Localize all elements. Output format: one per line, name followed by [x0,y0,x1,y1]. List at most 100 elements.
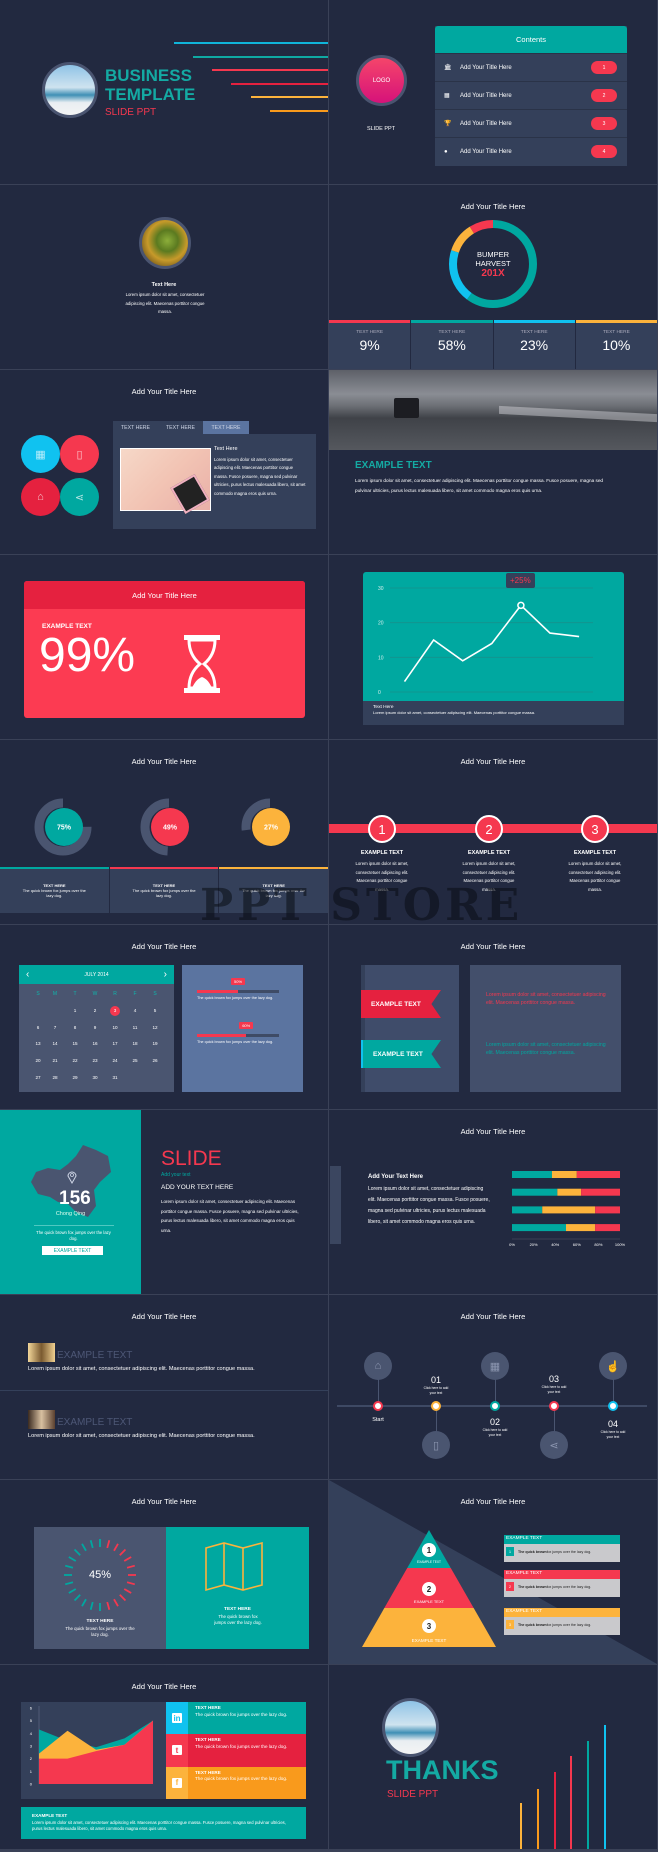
bar-segment [576,1171,620,1178]
slide-line-chart[interactable]: 0 10 20 30 +25% Text Here Lorem ipsum dolor… [329,555,657,739]
thanks-sub: SLIDE PPT [387,1789,439,1800]
contents-item[interactable]: ● Add Your Title Here 4 [435,137,627,165]
progress-text: The quick brown fox jumps over the lazy … [197,996,274,1000]
stat-box: TEXT HERE 10% [575,320,657,369]
slide-profile[interactable]: Text Here Lorem ipsum dolor sit amet, co… [0,185,328,369]
slide-bars[interactable]: Add Your Title Here Add Your Text Here L… [329,1110,657,1294]
slide-ribbons[interactable]: Add Your Title Here EXAMPLE TEXT EXAMPLE… [329,925,657,1109]
slide-steps[interactable]: Add Your Title Here 1 EXAMPLE TEXT Lorem i… [329,740,657,924]
slide-area[interactable]: Add Your Title Here 0123456 in TEXT HERE T… [0,1665,328,1849]
slide-donut[interactable]: Add Your Title Here BUMPER HARVEST 201X … [329,185,657,369]
slide-tabs[interactable]: Add Your Title Here ▦ ▯ ⌂ ⋖ TEXT HERE TEXT H… [0,370,328,554]
contents-item[interactable]: ▦ Add Your Title Here 2 [435,81,627,109]
mouse-button[interactable]: ▯ [60,435,99,473]
x-tick-label: 60% [573,1242,581,1247]
calendar-day[interactable]: 3 [110,1006,120,1016]
timeline-icon-button[interactable]: ▦ [481,1352,509,1380]
wave-shape [499,405,657,423]
gauge-tick [126,1581,136,1586]
social-item[interactable]: f TEXT HERE The quick brown fox jumps over… [166,1766,306,1799]
calendar-day[interactable]: 7 [50,1023,60,1033]
step-circle[interactable]: 3 [581,815,609,843]
calendar-day[interactable]: 6 [33,1023,43,1033]
timeline-dot[interactable] [373,1401,383,1411]
timeline-dot[interactable] [490,1401,500,1411]
contents-item[interactable]: 🏛 Add Your Title Here 1 [435,53,627,81]
timeline-icon-button[interactable]: ⋖ [540,1431,568,1459]
calendar-day[interactable]: 4 [130,1006,140,1016]
button-label: EXAMPLE TEXT [53,1247,92,1254]
timeline-dot[interactable] [549,1401,559,1411]
social-item[interactable]: t TEXT HERE The quick brown fox jumps over… [166,1734,306,1767]
slide-calendar[interactable]: Add Your Title Here ‹ JULY 2014 › S M T W R F… [0,925,328,1109]
calendar-day[interactable]: 31 [110,1073,120,1083]
step-circle[interactable]: 1 [368,815,396,843]
timeline-dot[interactable] [608,1401,618,1411]
slide-gauge[interactable]: Add Your Title Here 45% TEXT HERE The qu… [0,1480,328,1664]
progress-track[interactable] [197,1034,279,1037]
slide-percent[interactable]: Add Your Title Here EXAMPLE TEXT 99% [0,555,328,739]
calendar-day[interactable]: 11 [130,1023,140,1033]
calendar-day[interactable]: 15 [70,1039,80,1049]
calendar-day[interactable]: 10 [110,1023,120,1033]
calendar-day[interactable]: 29 [70,1073,80,1083]
step-number: 1 [378,821,386,837]
calendar-day[interactable]: 25 [130,1056,140,1066]
grid-button[interactable]: ▦ [21,435,60,473]
progress-track[interactable] [197,990,279,993]
timeline-icon-button[interactable]: ☝ [599,1352,627,1380]
ring-charts: 75% 49% 27% [34,798,299,856]
prev-month-button[interactable]: ‹ [26,969,29,980]
calendar-day[interactable]: 5 [150,1006,160,1016]
calendar-day[interactable]: 16 [90,1039,100,1049]
calendar-day[interactable]: 23 [90,1056,100,1066]
calendar-day[interactable]: 26 [150,1056,160,1066]
calendar-day[interactable]: 18 [130,1039,140,1049]
calendar-day[interactable]: 12 [150,1023,160,1033]
calendar-day[interactable]: 1 [70,1006,80,1016]
calendar-day[interactable]: 21 [50,1056,60,1066]
tab[interactable]: TEXT HERE [113,421,158,434]
slide-list[interactable]: Add Your Title Here EXAMPLE TEXT Lorem i… [0,1295,328,1479]
calendar-day[interactable]: 14 [50,1039,60,1049]
calendar-day[interactable]: 24 [110,1056,120,1066]
calendar-day[interactable]: 27 [33,1073,43,1083]
slide-photo[interactable]: EXAMPLE TEXT Lorem ipsum dolor sit amet,… [329,370,657,554]
social-title: TEXT HERE [195,1705,221,1710]
timeline-icon-button[interactable]: ⌂ [364,1352,392,1380]
home-button[interactable]: ⌂ [21,478,60,516]
ribbon-teal: EXAMPLE TEXT [361,1040,441,1068]
item-heading: EXAMPLE TEXT [57,1417,133,1428]
calendar-day[interactable]: 20 [33,1056,43,1066]
timeline-dot[interactable] [431,1401,441,1411]
calendar-day[interactable]: 28 [50,1073,60,1083]
share-button[interactable]: ⋖ [60,478,99,516]
slide-map[interactable]: 156 Chong Qing The quick brown fox jumps… [0,1110,328,1294]
slide-thanks[interactable]: THANKS SLIDE PPT [329,1665,657,1849]
next-month-button[interactable]: › [164,969,167,980]
slide-timeline[interactable]: Add Your Title Here ⌂ ▯ ▦ ⋖ ☝ Start 01 Click he… [329,1295,657,1479]
calendar-day[interactable]: 13 [33,1039,43,1049]
calendar-day[interactable]: 19 [150,1039,160,1049]
tab[interactable]: TEXT HERE [158,421,203,434]
slide-contents[interactable]: LOGO SLIDE PPT Contents 🏛 Add Your Title … [329,0,657,184]
contents-item[interactable]: 🏆 Add Your Title Here 3 [435,109,627,137]
calendar-day[interactable]: 17 [110,1039,120,1049]
social-item[interactable]: in TEXT HERE The quick brown fox jumps ove… [166,1702,306,1735]
ribbon-label: EXAMPLE TEXT [373,1050,423,1058]
slide-rings[interactable]: Add Your Title Here 75% 49% 27% TEXT HERE T… [0,740,328,924]
slide-pyramid[interactable]: Add Your Title Here 1 EXAMPLE TEXT 2 EXAMPL… [329,1480,657,1664]
share-icon: ⋖ [74,491,85,504]
tab[interactable]: TEXT HERE [203,421,249,434]
timeline-icon-button[interactable]: ▯ [422,1431,450,1459]
calendar-day[interactable]: 22 [70,1056,80,1066]
step-circle[interactable]: 2 [475,815,503,843]
calendar-day[interactable]: 2 [90,1006,100,1016]
slide-title[interactable]: BUSINESS TEMPLATE SLIDE PPT [0,0,328,184]
calendar-day[interactable]: 9 [90,1023,100,1033]
calendar-day[interactable]: 8 [70,1023,80,1033]
calendar-day[interactable]: 30 [90,1073,100,1083]
box-body: The quick brown fox jumps over the lazy … [22,888,86,899]
y-tick-label: 3 [30,1744,33,1749]
example-button[interactable]: EXAMPLE TEXT [42,1246,103,1255]
